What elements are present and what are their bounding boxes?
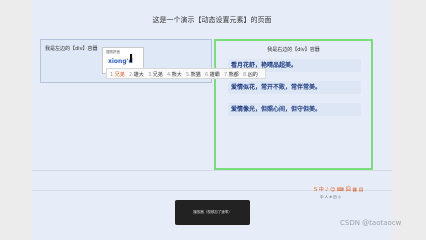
ime-candidate-bar[interactable]: 1.兄弟 2.雄大 3.兄弟 4.熊大 5.熊猫 6.雄霸 7.熊都 8.凶的 <box>106 68 266 79</box>
right-container-label: 我是右边的【div】容器 <box>267 47 320 53</box>
candidate-item[interactable]: 1.兄弟 <box>110 71 125 78</box>
divider <box>32 170 392 171</box>
candidate-item[interactable]: 4.熊大 <box>167 71 182 78</box>
candidate-item[interactable]: 3.兄弟 <box>148 71 163 78</box>
demo-page: 这是一个演示【动态设置元素】的页面 我是左边的【div】容器 我是右边的【div… <box>32 0 392 240</box>
csdn-watermark: CSDN @taotaocw <box>340 219 402 227</box>
text-cursor-icon: I <box>129 52 134 65</box>
candidate-item[interactable]: 6.雄霸 <box>205 71 220 78</box>
video-toast: 播放器（视频加了速率） <box>175 200 250 225</box>
text-card: 爱情像光，但照心间，但守但美。 <box>228 103 361 116</box>
ime-name-label: 搜狗拼音 <box>106 50 120 54</box>
right-div-container: 我是右边的【div】容器 看月花舒，艳晴品超美。 爱情似花，常开不败，常伴常美。… <box>214 39 373 170</box>
candidate-item[interactable]: 7.熊都 <box>224 71 239 78</box>
text-card: 爱情似花，常开不败，常伴常美。 <box>228 81 361 94</box>
candidate-item[interactable]: 5.熊猫 <box>186 71 201 78</box>
ime-toolbar-logo[interactable]: S 中 ♪ ☺ ⌨ 囧 ▦ ▤ <box>314 186 363 193</box>
candidate-item[interactable]: 2.雄大 <box>129 71 144 78</box>
candidate-item[interactable]: 8.凶的 <box>243 71 258 78</box>
ime-toolbar-sub[interactable]: 中 人 ⊕ 田 ◎ <box>320 195 341 200</box>
page-title: 这是一个演示【动态设置元素】的页面 <box>152 16 272 24</box>
left-container-label: 我是左边的【div】容器 <box>45 46 98 52</box>
